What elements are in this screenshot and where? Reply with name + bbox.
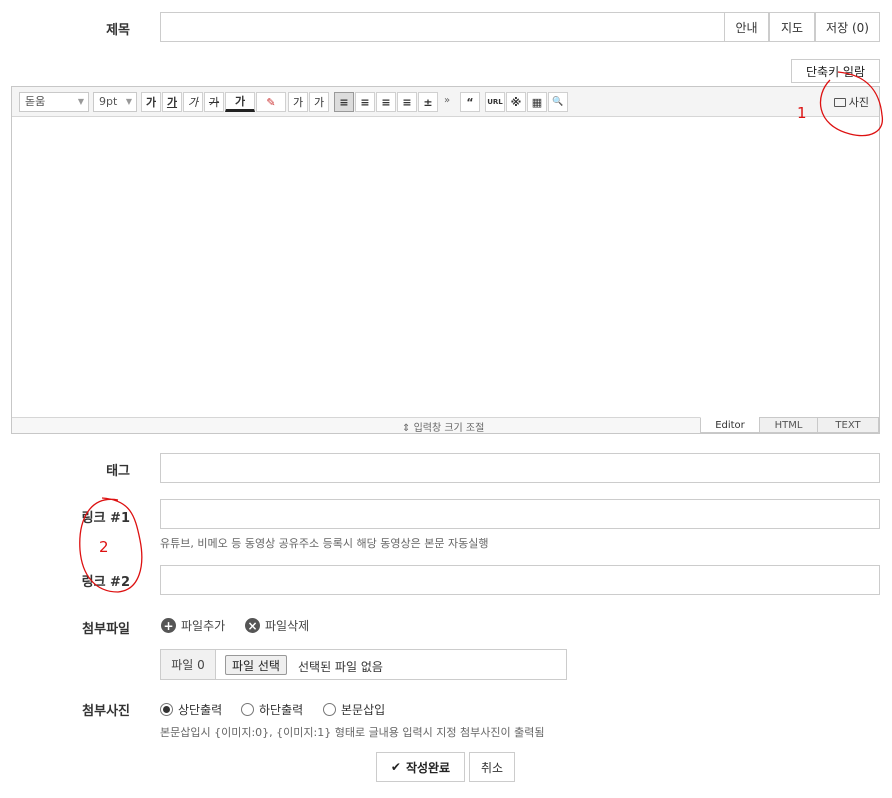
radio-inline-label: 본문삽입 [341, 703, 386, 717]
tag-label: 태그 [106, 464, 130, 479]
radio-icon [323, 703, 336, 716]
quote-button[interactable]: “ [460, 92, 480, 112]
radio-checked-icon [160, 703, 173, 716]
add-file-label: 파일추가 [181, 619, 226, 633]
tab-editor[interactable]: Editor [700, 417, 760, 433]
submit-button[interactable]: ✔ 작성완료 [376, 752, 465, 782]
resize-label: 입력창 크기 조절 [413, 423, 485, 434]
title-input[interactable] [160, 12, 725, 42]
radio-inline-insert[interactable]: 본문삽입 [323, 701, 385, 718]
annotation-mark-1: 1 [797, 104, 807, 122]
align-left-button[interactable]: ≡ [334, 92, 354, 112]
link1-help-text: 유튜브, 비메오 등 동영상 공유주소 등록시 해당 동영상은 본문 자동실행 [160, 537, 489, 550]
url-button[interactable]: URL [485, 92, 505, 112]
shortcut-list-button[interactable]: 단축키 일람 [791, 59, 880, 83]
check-icon: ✔ [390, 760, 401, 774]
superscript-button[interactable]: 가 [288, 92, 308, 112]
choose-file-button[interactable]: 파일 선택 [225, 655, 287, 675]
plus-icon: + [161, 618, 176, 633]
photo-button-label: 사진 [848, 96, 869, 109]
radio-bottom-label: 하단출력 [259, 703, 304, 717]
no-file-text: 선택된 파일 없음 [298, 660, 383, 674]
add-file-button[interactable]: + 파일추가 [161, 617, 225, 634]
resize-handle[interactable]: ⇕ 입력창 크기 조절 [402, 419, 484, 434]
file-count-label: 파일 0 [161, 650, 216, 679]
radio-icon [241, 703, 254, 716]
close-icon: × [245, 618, 260, 633]
radio-top-output[interactable]: 상단출력 [160, 701, 222, 718]
camera-icon [833, 97, 846, 107]
more-tools-button[interactable]: » [444, 95, 450, 106]
radio-top-label: 상단출력 [178, 703, 223, 717]
remove-file-label: 파일삭제 [265, 619, 310, 633]
text-color-button[interactable]: 가 [225, 92, 255, 112]
editor-toolbar: 돋움 ▼ 9pt ▼ 가 가 가 가 가 ✎ 가 가 ≡ ≡ ≡ ≡ ± » “… [12, 87, 879, 117]
radio-bottom-output[interactable]: 하단출력 [241, 701, 303, 718]
tag-input[interactable] [160, 453, 880, 483]
special-char-button[interactable]: ※ [506, 92, 526, 112]
link1-input[interactable] [160, 499, 880, 529]
strikethrough-button[interactable]: 가 [204, 92, 224, 112]
save-button[interactable]: 저장 (0) [815, 12, 880, 42]
subscript-button[interactable]: 가 [309, 92, 329, 112]
photo-button[interactable]: 사진 [830, 92, 873, 112]
submit-label: 작성완료 [405, 760, 451, 775]
rich-text-editor: 돋움 ▼ 9pt ▼ 가 가 가 가 가 ✎ 가 가 ≡ ≡ ≡ ≡ ± » “… [11, 86, 880, 434]
link2-input[interactable] [160, 565, 880, 595]
font-size-value: 9pt [99, 95, 118, 108]
cancel-button[interactable]: 취소 [469, 752, 515, 782]
bold-button[interactable]: 가 [141, 92, 161, 112]
file-upload-row: 파일 0 파일 선택 선택된 파일 없음 [160, 649, 567, 680]
map-button[interactable]: 지도 [769, 12, 815, 42]
align-justify-button[interactable]: ≡ [397, 92, 417, 112]
font-family-value: 돋움 [25, 95, 46, 108]
line-height-button[interactable]: ± [418, 92, 438, 112]
highlight-color-button[interactable]: ✎ [256, 92, 286, 112]
underline-button[interactable]: 가 [162, 92, 182, 112]
font-family-select[interactable]: 돋움 ▼ [19, 92, 89, 112]
link1-label: 링크 #1 [81, 511, 130, 526]
photo-attach-help-text: 본문삽입시 {이미지:0}, {이미지:1} 형태로 글내용 입력시 지정 첨부… [160, 726, 545, 739]
guide-button[interactable]: 안내 [724, 12, 769, 42]
editor-footer: ⇕ 입력창 크기 조절 Editor HTML TEXT [12, 417, 879, 434]
italic-button[interactable]: 가 [183, 92, 203, 112]
title-label: 제목 [106, 23, 130, 38]
attach-label: 첨부파일 [82, 622, 130, 637]
tab-text[interactable]: TEXT [817, 417, 879, 433]
photo-attach-label: 첨부사진 [82, 704, 130, 719]
search-button[interactable]: 🔍 [548, 92, 568, 112]
editor-content-area[interactable] [12, 117, 879, 417]
remove-file-button[interactable]: × 파일삭제 [245, 617, 309, 634]
chevron-down-icon: ▼ [77, 97, 84, 106]
align-right-button[interactable]: ≡ [376, 92, 396, 112]
annotation-mark-2: 2 [99, 538, 109, 556]
link2-label: 링크 #2 [81, 575, 130, 590]
font-size-select[interactable]: 9pt ▼ [93, 92, 137, 112]
align-center-button[interactable]: ≡ [355, 92, 375, 112]
chevron-down-icon: ▼ [125, 97, 132, 106]
tab-html[interactable]: HTML [759, 417, 818, 433]
table-button[interactable]: ▦ [527, 92, 547, 112]
